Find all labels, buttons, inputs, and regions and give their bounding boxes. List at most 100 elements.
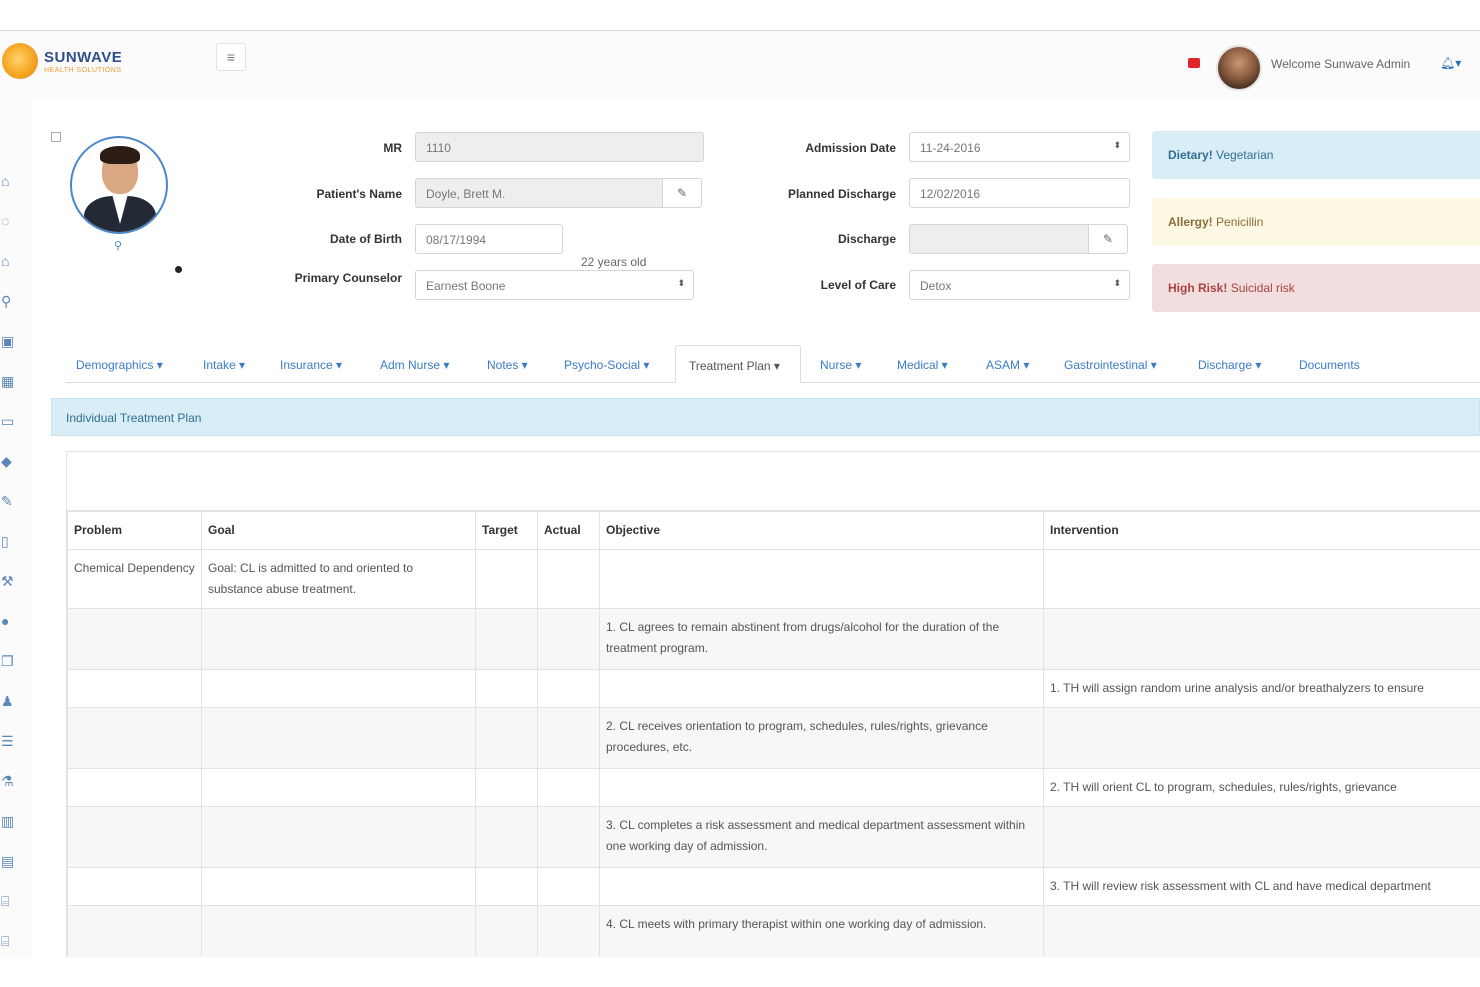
- admission-date-field[interactable]: 11-24-2016 ⬍: [909, 132, 1130, 162]
- problem-cell: [67, 669, 202, 708]
- bank-icon[interactable]: ⌸: [1, 933, 19, 949]
- circle-icon[interactable]: ●: [1, 613, 19, 629]
- tab-treatment-plan[interactable]: Treatment Plan ▾: [675, 345, 801, 383]
- tab-demographics[interactable]: Demographics ▾: [76, 345, 163, 383]
- goal-cell: [201, 707, 476, 769]
- mr-field: 1110: [415, 132, 704, 162]
- bell-icon[interactable]: 🔔︎▾: [1440, 56, 1461, 70]
- collapse-toggle[interactable]: [51, 132, 61, 142]
- app-window: SUNWAVE HEALTH SOLUTIONS ≡ Welcome Sunwa…: [0, 30, 1480, 957]
- pills-icon[interactable]: ◆: [1, 453, 19, 469]
- tab-adm-nurse[interactable]: Adm Nurse ▾: [380, 345, 449, 383]
- mr-label: MR: [383, 141, 402, 155]
- actual-cell: [537, 608, 600, 670]
- column-header-actual[interactable]: Actual: [537, 511, 600, 550]
- table-row[interactable]: 2. CL receives orientation to program, s…: [67, 707, 1480, 769]
- home-icon[interactable]: ⌂: [1, 253, 19, 269]
- welcome-text[interactable]: Welcome Sunwave Admin: [1271, 57, 1410, 71]
- table-icon[interactable]: ▤: [1, 853, 19, 869]
- table-row[interactable]: 3. TH will review risk assessment with C…: [67, 867, 1480, 906]
- treatment-plan-table: Problem Goal Target Actual Objective Int…: [66, 511, 1480, 957]
- edit-icon[interactable]: ✎: [1, 493, 19, 509]
- tab-insurance[interactable]: Insurance ▾: [280, 345, 342, 383]
- table-row[interactable]: 2. TH will orient CL to program, schedul…: [67, 768, 1480, 807]
- problem-cell: [67, 905, 202, 957]
- columns-icon[interactable]: ▥: [1, 813, 19, 829]
- age-text: 22 years old: [581, 255, 647, 269]
- copy-icon[interactable]: ❐: [1, 653, 19, 669]
- objective-cell: [599, 867, 1044, 906]
- table-row[interactable]: 4. CL meets with primary therapist withi…: [67, 905, 1480, 957]
- tab-medical[interactable]: Medical ▾: [897, 345, 948, 383]
- flag-icon[interactable]: [1188, 58, 1200, 68]
- tag-icon[interactable]: ◌: [1, 213, 19, 229]
- level-of-care-label: Level of Care: [820, 278, 896, 292]
- column-header-objective[interactable]: Objective: [599, 511, 1044, 550]
- logo[interactable]: SUNWAVE HEALTH SOLUTIONS: [2, 43, 122, 79]
- user-icon[interactable]: ♟: [1, 693, 19, 709]
- tab-documents[interactable]: Documents: [1299, 345, 1360, 383]
- tab-gastrointestinal[interactable]: Gastrointestinal ▾: [1064, 345, 1157, 383]
- gavel-icon[interactable]: ⚒: [1, 573, 19, 589]
- sidebar: ⌂ ◌ ⌂ ⚲ ▣ ▦ ▭ ◆ ✎ ▯ ⚒ ● ❐ ♟ ☰ ⚗ ▥ ▤ ⌸ ⌸: [0, 99, 32, 957]
- tab-intake[interactable]: Intake ▾: [203, 345, 245, 383]
- tab-discharge[interactable]: Discharge ▾: [1198, 345, 1261, 383]
- admission-date-value: 11-24-2016: [920, 141, 981, 155]
- tab-notes[interactable]: Notes ▾: [487, 345, 528, 383]
- calendar-icon[interactable]: ▭: [1, 413, 19, 429]
- target-cell: [475, 905, 538, 957]
- intervention-cell: 2. TH will orient CL to program, schedul…: [1043, 768, 1480, 807]
- edit-discharge-button[interactable]: ✎: [1088, 224, 1128, 254]
- tab-psycho-social[interactable]: Psycho-Social ▾: [564, 345, 649, 383]
- column-header-goal[interactable]: Goal: [201, 511, 476, 550]
- zoom-photo-icon[interactable]: ⚲: [114, 239, 122, 252]
- problem-cell: [67, 806, 202, 868]
- primary-counselor-select[interactable]: Earnest Boone ⬍: [415, 270, 694, 300]
- column-header-intervention[interactable]: Intervention: [1043, 511, 1480, 550]
- admission-date-label: Admission Date: [805, 141, 896, 155]
- logo-name: SUNWAVE: [44, 48, 123, 66]
- home-icon[interactable]: ⌂: [1, 173, 19, 189]
- problem-cell: [67, 608, 202, 670]
- column-header-problem[interactable]: Problem: [67, 511, 202, 550]
- edit-name-button[interactable]: ✎: [662, 178, 702, 208]
- dietary-alert: Dietary! Vegetarian: [1152, 131, 1480, 179]
- level-of-care-value: Detox: [920, 279, 952, 293]
- planned-discharge-label: Planned Discharge: [787, 187, 896, 201]
- avatar[interactable]: [1216, 45, 1262, 91]
- status-dot-icon: [175, 266, 182, 273]
- planned-discharge-field[interactable]: 12/02/2016: [909, 178, 1130, 208]
- table-row[interactable]: 3. CL completes a risk assessment and me…: [67, 806, 1480, 868]
- primary-counselor-value: Earnest Boone: [426, 279, 506, 293]
- list-icon[interactable]: ☰: [1, 733, 19, 749]
- table-header-row: Problem Goal Target Actual Objective Int…: [67, 511, 1480, 550]
- bank-icon[interactable]: ⌸: [1, 893, 19, 909]
- target-cell: [475, 768, 538, 807]
- table-row[interactable]: Chemical Dependency Goal: CL is admitted…: [67, 549, 1480, 609]
- tab-asam[interactable]: ASAM ▾: [986, 345, 1029, 383]
- objective-cell: 1. CL agrees to remain abstinent from dr…: [599, 608, 1044, 670]
- table-row[interactable]: 1. CL agrees to remain abstinent from dr…: [67, 608, 1480, 670]
- table-row[interactable]: 1. TH will assign random urine analysis …: [67, 669, 1480, 708]
- search-icon[interactable]: ⚲: [1, 293, 19, 309]
- discharge-field: [909, 224, 1089, 254]
- tab-nurse[interactable]: Nurse ▾: [820, 345, 861, 383]
- goal-cell: [201, 608, 476, 670]
- target-cell: [475, 669, 538, 708]
- actual-cell: [537, 669, 600, 708]
- actual-cell: [537, 768, 600, 807]
- goal-cell: [201, 905, 476, 957]
- column-header-target[interactable]: Target: [475, 511, 538, 550]
- select-arrows-icon: ⬍: [1113, 140, 1121, 150]
- dob-field[interactable]: 08/17/1994: [415, 224, 563, 254]
- calendar-icon[interactable]: ▦: [1, 373, 19, 389]
- intervention-cell: [1043, 707, 1480, 769]
- id-card-icon[interactable]: ▣: [1, 333, 19, 349]
- actual-cell: [537, 867, 600, 906]
- clipboard-icon[interactable]: ▯: [1, 533, 19, 549]
- hamburger-icon[interactable]: ≡: [216, 43, 246, 71]
- select-arrows-icon: ⬍: [677, 278, 685, 288]
- level-of-care-select[interactable]: Detox ⬍: [909, 270, 1130, 300]
- flask-icon[interactable]: ⚗: [1, 773, 19, 789]
- patient-photo[interactable]: [70, 136, 168, 234]
